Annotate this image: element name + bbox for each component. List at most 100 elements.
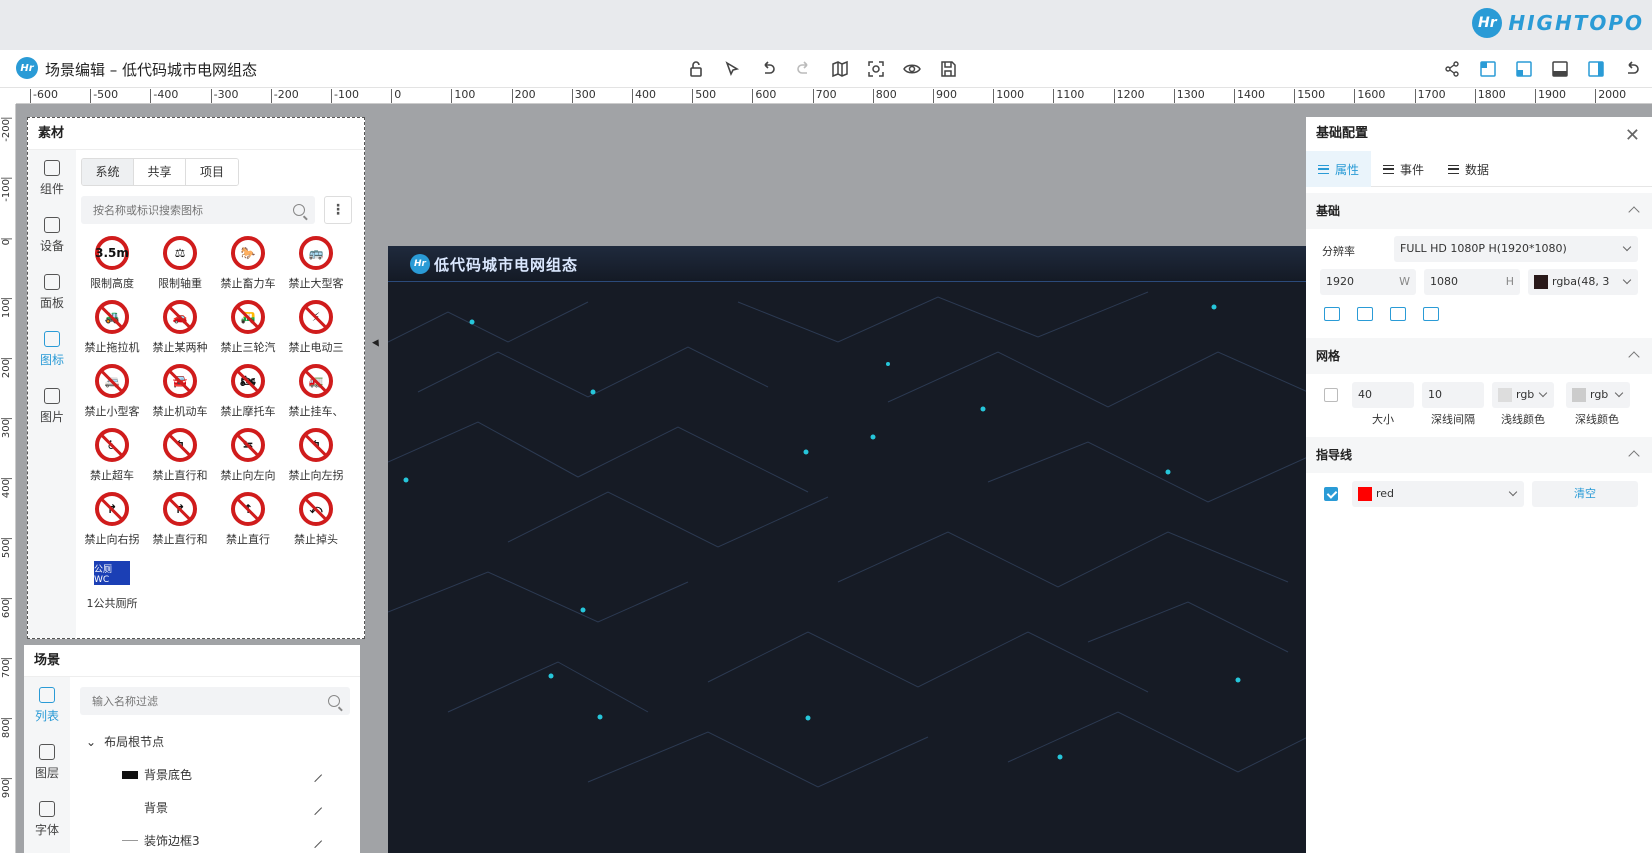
segment-system[interactable]: 系统 <box>82 159 134 185</box>
redo-icon[interactable] <box>790 56 818 82</box>
chevron-up-icon[interactable] <box>1628 351 1640 363</box>
fit-icon[interactable] <box>1324 307 1340 321</box>
ruler-tick-label: 400 <box>1 478 12 499</box>
tree-node[interactable]: 装饰边框3 <box>80 824 350 853</box>
background-color-picker[interactable]: rgba(48, 3 <box>1528 269 1638 295</box>
tree-root[interactable]: ⌄ 布局根节点 <box>80 725 350 758</box>
tab-events[interactable]: 事件 <box>1371 151 1436 187</box>
select-icon[interactable] <box>718 56 746 82</box>
tab-properties[interactable]: 属性 <box>1306 151 1372 187</box>
layout-left-icon[interactable] <box>1474 56 1502 82</box>
pin-icon[interactable] <box>307 800 323 815</box>
asset-item[interactable]: ⚖ 限制轴重 <box>146 236 214 291</box>
chevron-up-icon[interactable] <box>1628 206 1640 218</box>
asset-item[interactable]: 🚜 禁止拖拉机 <box>78 300 146 355</box>
more-options-button[interactable]: ⋮ <box>324 196 352 224</box>
close-icon[interactable]: ✕ <box>1625 125 1640 146</box>
asset-item[interactable]: 🚐 禁止小型客 <box>78 364 146 419</box>
scene-filter-input[interactable] <box>80 687 280 715</box>
width-input[interactable]: 1920 W <box>1320 269 1416 295</box>
asset-item[interactable]: ⤺ 禁止掉头 <box>282 492 350 547</box>
section-basic[interactable]: 基础 <box>1306 193 1652 229</box>
grid-interval-input[interactable]: 10 <box>1422 382 1484 408</box>
asset-item[interactable]: ↱ 禁止直行和 <box>146 492 214 547</box>
asset-item[interactable]: 🚛 禁止挂车、 <box>282 364 350 419</box>
segment-project[interactable]: 项目 <box>186 159 238 185</box>
asset-item[interactable]: ♿ 禁止超车 <box>78 428 146 483</box>
scene-preview[interactable]: Hr 低代码城市电网组态 <box>388 246 1308 853</box>
tab-panels[interactable]: 面板 <box>28 264 76 321</box>
unlock-icon[interactable] <box>682 56 710 82</box>
asset-item[interactable]: ↱ 禁止向右拐 <box>78 492 146 547</box>
tab-layers[interactable]: 图层 <box>24 734 70 791</box>
config-title: 基础配置 <box>1316 126 1369 141</box>
traffic-sign-icon: 3.5m <box>95 236 129 270</box>
tab-fonts[interactable]: 字体 <box>24 791 70 848</box>
segment-shared[interactable]: 共享 <box>134 159 186 185</box>
ruler-tick-label: 800 <box>1 718 12 739</box>
asset-search-input[interactable] <box>81 196 281 224</box>
layout-right-icon[interactable] <box>1510 56 1538 82</box>
chevron-down-icon <box>1622 242 1632 252</box>
undo-icon[interactable] <box>754 56 782 82</box>
crop-icon[interactable] <box>1390 307 1406 321</box>
chevron-down-icon[interactable]: ⌄ <box>86 735 96 749</box>
tab-images[interactable]: 图片 <box>28 378 76 435</box>
grid-size-input[interactable]: 40 <box>1352 382 1414 408</box>
tab-label: 组件 <box>39 182 64 196</box>
layout-panel-icon[interactable] <box>1582 56 1610 82</box>
asset-item[interactable]: 🚗 禁止某两种 <box>146 300 214 355</box>
grid-enable-checkbox[interactable] <box>1324 388 1338 402</box>
tab-components[interactable]: 组件 <box>28 150 76 207</box>
pin-icon[interactable] <box>307 767 323 782</box>
asset-item[interactable]: 公厕 WC 1公共厕所 <box>78 556 146 611</box>
align-icon[interactable] <box>1357 307 1373 321</box>
back-icon[interactable] <box>1618 56 1646 82</box>
dark-color-label: 深线颜色 <box>1575 413 1619 426</box>
tab-list[interactable]: 列表 <box>24 677 70 734</box>
asset-item[interactable]: 🏍 禁止摩托车 <box>214 364 282 419</box>
share-icon[interactable] <box>1438 56 1466 82</box>
pin-icon[interactable] <box>307 833 323 848</box>
asset-item[interactable]: 🚘 禁止机动车 <box>146 364 214 419</box>
resolution-select[interactable]: FULL HD 1080P H(1920*1080) <box>1394 236 1638 262</box>
asset-item[interactable]: 🚌 禁止大型客 <box>282 236 350 291</box>
ruler-tick-label: 100 <box>1 298 12 319</box>
light-color-picker[interactable]: rgb <box>1492 382 1554 408</box>
color-swatch <box>1572 388 1586 402</box>
asset-item[interactable]: ↰ 禁止直行和 <box>146 428 214 483</box>
tree-structure-icon[interactable] <box>1423 307 1439 321</box>
tab-devices[interactable]: 设备 <box>28 207 76 264</box>
horizontal-ruler[interactable]: -600 -500 -400 -300 -200 -100 0 100 200 300 400 500… <box>16 88 1652 104</box>
asset-item[interactable]: ↰ 禁止向左拐 <box>282 428 350 483</box>
height-input[interactable]: 1080 H <box>1424 269 1520 295</box>
tree-node[interactable]: 背景底色 <box>80 758 350 791</box>
section-guide[interactable]: 指导线 <box>1306 437 1652 473</box>
asset-item[interactable]: 3.5m 限制高度 <box>78 236 146 291</box>
focus-icon[interactable] <box>862 56 890 82</box>
asset-item[interactable]: 🐎 禁止畜力车 <box>214 236 282 291</box>
layout-bottom-icon[interactable] <box>1546 56 1574 82</box>
guide-enable-checkbox[interactable] <box>1324 487 1338 501</box>
map-icon[interactable] <box>826 56 854 82</box>
tree-node[interactable]: 背景 <box>80 791 350 824</box>
asset-item[interactable]: ⇆ 禁止向左向 <box>214 428 282 483</box>
section-grid[interactable]: 网格 <box>1306 338 1652 374</box>
dark-color-picker[interactable]: rgb <box>1566 382 1630 408</box>
clear-guides-button[interactable]: 清空 <box>1532 481 1638 507</box>
search-icon[interactable] <box>328 695 340 707</box>
tab-label: 图片 <box>39 410 64 424</box>
search-icon[interactable] <box>293 204 305 216</box>
traffic-sign-icon: 🚌 <box>299 236 333 270</box>
vertical-ruler[interactable]: -200 -100 0 100 200 300 400 500 600 700 800 900 <box>0 104 16 853</box>
tab-icons[interactable]: 图标 <box>28 321 76 378</box>
preview-icon[interactable] <box>898 56 926 82</box>
save-icon[interactable] <box>934 56 962 82</box>
chevron-up-icon[interactable] <box>1628 450 1640 462</box>
asset-item[interactable]: ↑ 禁止直行 <box>214 492 282 547</box>
asset-item[interactable]: ⚡ 禁止电动三 <box>282 300 350 355</box>
guide-color-value: red <box>1376 487 1395 500</box>
tab-data[interactable]: 数据 <box>1436 151 1501 187</box>
asset-item[interactable]: 🛺 禁止三轮汽 <box>214 300 282 355</box>
guide-color-picker[interactable]: red <box>1352 481 1524 507</box>
